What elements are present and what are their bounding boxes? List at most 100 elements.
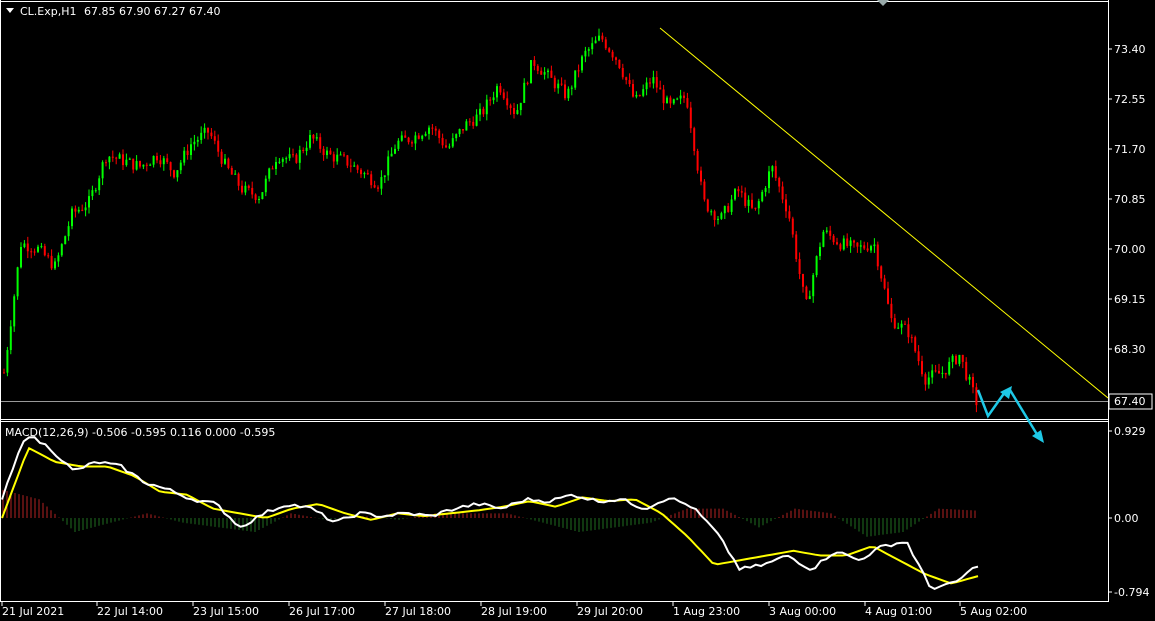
candle-body — [193, 141, 196, 145]
candle-body — [652, 77, 655, 84]
candle-body — [924, 374, 927, 385]
candle-body — [302, 149, 305, 151]
candle-body — [543, 72, 546, 75]
candle-body — [237, 173, 240, 186]
candle-body — [785, 199, 787, 212]
candle-body — [37, 246, 39, 252]
candle-body — [431, 127, 434, 129]
candle-body — [618, 59, 621, 68]
candle-body — [428, 127, 430, 134]
candle-body — [149, 164, 152, 166]
candle-body — [309, 134, 311, 148]
candle-body — [768, 171, 770, 189]
candle-body — [108, 156, 111, 163]
candle-body — [757, 201, 760, 209]
candle-body — [876, 244, 879, 267]
candle-body — [400, 135, 403, 141]
candle-body — [349, 165, 352, 167]
candle-body — [655, 77, 658, 88]
candle-body — [513, 108, 515, 114]
candle-body — [822, 231, 825, 247]
candle-body — [900, 323, 903, 328]
candle-body — [669, 97, 672, 104]
time-tick-label: 28 Jul 19:00 — [481, 605, 547, 618]
candle-body — [941, 372, 944, 374]
shift-marker-icon[interactable] — [877, 0, 889, 6]
candle-body — [468, 121, 471, 123]
forecast-arrow-down-head — [1032, 430, 1044, 443]
candle-body — [604, 39, 607, 49]
candle-body — [3, 372, 5, 374]
candle-body — [570, 87, 573, 89]
candle-body — [380, 177, 383, 189]
candle-body — [292, 154, 294, 156]
candle-body — [91, 190, 94, 197]
candle-body — [101, 162, 104, 179]
candle-body — [866, 248, 869, 251]
candle-body — [169, 162, 172, 171]
candle-body — [217, 140, 220, 152]
candle-body — [183, 150, 186, 163]
candle-body — [77, 209, 80, 212]
candle-body — [346, 155, 349, 166]
candle-body — [492, 97, 495, 101]
candle-body — [424, 133, 427, 136]
candle-body — [363, 173, 366, 175]
candle-body — [336, 154, 339, 162]
candle-body — [295, 154, 298, 163]
candle-body — [927, 377, 930, 385]
candle-body — [819, 246, 821, 257]
candle-body — [802, 273, 804, 287]
candle-body — [159, 160, 162, 165]
candle-body — [917, 351, 920, 362]
candle-body — [805, 286, 808, 300]
candle-body — [825, 230, 828, 232]
candle-body — [383, 175, 386, 178]
candle-body — [812, 275, 815, 297]
candle-body — [666, 97, 668, 104]
candle-body — [608, 48, 611, 52]
candle-body — [251, 187, 254, 195]
candle-body — [907, 324, 910, 338]
candle-body — [778, 177, 781, 187]
candle-body — [577, 70, 580, 72]
candle-body — [203, 127, 206, 133]
dropdown-triangle-icon[interactable] — [6, 8, 14, 13]
candle-body — [200, 132, 203, 140]
candle-body — [557, 83, 560, 89]
candle-body — [764, 188, 767, 192]
price-tick-label: 73.40 — [1114, 43, 1146, 56]
candle-body — [173, 170, 175, 178]
candle-body — [54, 261, 56, 269]
candle-body — [142, 164, 145, 167]
candle-body — [723, 206, 726, 214]
candle-body — [870, 246, 872, 251]
candle-body — [526, 82, 529, 84]
macd-tick-label: 0.929 — [1114, 425, 1146, 438]
candle-body — [370, 174, 373, 186]
trendline — [659, 27, 1109, 399]
macd-signal-line — [1, 446, 979, 585]
candle-body — [948, 361, 951, 375]
candle-body — [176, 170, 179, 178]
candle-body — [676, 98, 679, 100]
candle-body — [635, 94, 638, 97]
candle-body — [774, 166, 777, 178]
candle-body — [975, 387, 978, 406]
candle-body — [71, 208, 73, 227]
candle-body — [230, 167, 233, 175]
candle-body — [111, 156, 114, 158]
candle-body — [394, 148, 396, 154]
candle-body — [288, 154, 291, 159]
candle-body — [536, 65, 539, 71]
candle-body — [955, 355, 957, 364]
candle-body — [462, 129, 464, 131]
candle-body — [706, 199, 709, 212]
candle-body — [268, 168, 271, 179]
macd-histogram — [2, 489, 976, 537]
candle-body — [190, 144, 192, 156]
candle-body — [20, 246, 22, 268]
symbol-label: CL.Exp,H1 — [20, 5, 77, 18]
candle-body — [356, 165, 359, 170]
ohlc-label: 67.85 67.90 67.27 67.40 — [84, 5, 220, 18]
